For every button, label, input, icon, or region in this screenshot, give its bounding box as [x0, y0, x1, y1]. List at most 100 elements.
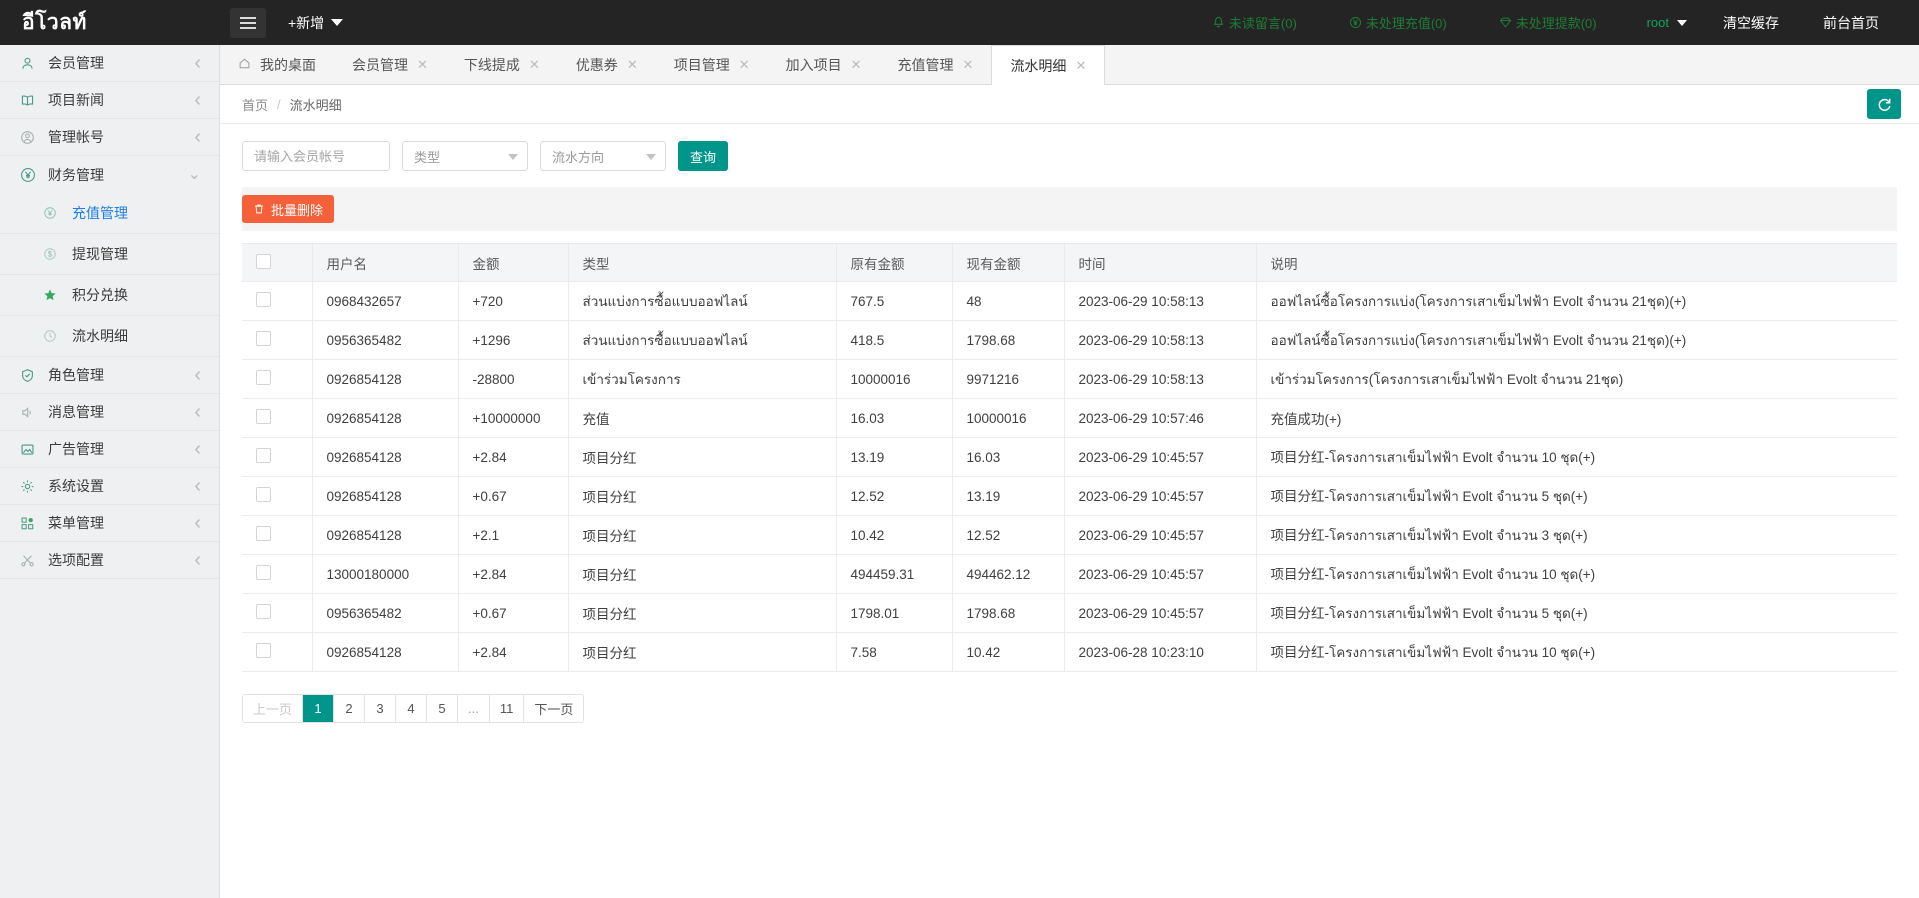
chevron-down-icon	[646, 154, 656, 160]
batch-delete-button[interactable]: 批量删除	[242, 195, 334, 223]
pagination-page-3[interactable]: 3	[365, 695, 396, 722]
sidebar-item-message-management[interactable]: 消息管理	[0, 394, 219, 431]
cell-note: 项目分红-โครงการเสาเข็มไฟฟ้า Evolt จำนวน 10 …	[1256, 633, 1897, 672]
column-header-username: 用户名	[312, 244, 458, 282]
cell-note: 项目分红-โครงการเสาเข็มไฟฟ้า Evolt จำนวน 10 …	[1256, 555, 1897, 594]
sidebar-item-transaction-detail[interactable]: 流水明细	[0, 316, 219, 357]
row-checkbox[interactable]	[256, 643, 271, 658]
cell-before-amount: 16.03	[836, 399, 952, 438]
pagination-page-4[interactable]: 4	[396, 695, 427, 722]
close-icon[interactable]: ✕	[739, 58, 750, 71]
chevron-right-icon	[194, 53, 201, 73]
chevron-right-icon	[194, 127, 201, 147]
tab-downline-commission[interactable]: 下线提成 ✕	[446, 45, 558, 84]
cell-after-amount: 48	[952, 282, 1064, 321]
sidebar-item-label: 充值管理	[65, 203, 128, 223]
cell-amount: +2.1	[458, 516, 568, 555]
direction-select[interactable]: 流水方向	[540, 141, 666, 171]
sidebar-item-project-news[interactable]: 项目新闻	[0, 82, 219, 119]
pagination-page-5[interactable]: 5	[427, 695, 458, 722]
tab-member-management[interactable]: 会员管理 ✕	[334, 45, 446, 84]
pending-withdrawal-label: 未处理提款(0)	[1516, 13, 1597, 32]
transaction-table: 用户名 金额 类型 原有金额 现有金额 时间 说明 0968432657 +72…	[242, 243, 1897, 672]
close-icon[interactable]: ✕	[627, 58, 638, 71]
sidebar-item-option-config[interactable]: 选项配置	[0, 542, 219, 579]
table-row: 0956365482 +0.67 项目分红 1798.01 1798.68 20…	[242, 594, 1897, 633]
tab-recharge-management[interactable]: 充值管理 ✕	[880, 45, 992, 84]
sidebar-item-role-management[interactable]: 角色管理	[0, 357, 219, 394]
cell-after-amount: 16.03	[952, 438, 1064, 477]
pagination-page-1[interactable]: 1	[303, 695, 334, 722]
row-select-cell	[242, 399, 312, 438]
hamburger-icon[interactable]	[230, 8, 266, 38]
front-page-link[interactable]: 前台首页	[1801, 13, 1901, 33]
row-checkbox[interactable]	[256, 370, 271, 385]
row-checkbox[interactable]	[256, 526, 271, 541]
pagination-next[interactable]: 下一页	[524, 695, 583, 722]
tab-join-project[interactable]: 加入项目 ✕	[768, 45, 880, 84]
pending-recharge-button[interactable]: 未处理充值(0)	[1323, 13, 1473, 32]
cell-time: 2023-06-29 10:58:13	[1064, 282, 1256, 321]
cell-type: เข้าร่วมโครงการ	[568, 360, 836, 399]
cell-time: 2023-06-29 10:45:57	[1064, 555, 1256, 594]
query-button[interactable]: 查询	[678, 141, 728, 171]
sidebar-item-system-settings[interactable]: 系统设置	[0, 468, 219, 505]
row-checkbox[interactable]	[256, 448, 271, 463]
pagination-prev[interactable]: 上一页	[243, 695, 303, 722]
pagination-page-last[interactable]: 11	[490, 695, 525, 722]
sidebar-item-admin-account[interactable]: 管理帐号	[0, 119, 219, 156]
row-select-cell	[242, 321, 312, 360]
sidebar-item-finance-management[interactable]: 财务管理	[0, 156, 219, 193]
cell-type: ส่วนแบ่งการซื้อแบบออฟไลน์	[568, 321, 836, 360]
row-checkbox[interactable]	[256, 409, 271, 424]
cell-username: 0926854128	[312, 477, 458, 516]
sidebar-item-ad-management[interactable]: 广告管理	[0, 431, 219, 468]
breadcrumb-current: 流水明细	[290, 95, 342, 114]
yen-circle-icon	[43, 206, 65, 220]
breadcrumb-root[interactable]: 首页	[242, 95, 268, 114]
table-row: 0926854128 +0.67 项目分红 12.52 13.19 2023-0…	[242, 477, 1897, 516]
sidebar-item-recharge-management[interactable]: 充值管理	[0, 193, 219, 234]
cell-type: ส่วนแบ่งการซื้อแบบออฟไลน์	[568, 282, 836, 321]
refresh-button[interactable]	[1867, 89, 1901, 119]
row-checkbox[interactable]	[256, 292, 271, 307]
close-icon[interactable]: ✕	[1075, 59, 1086, 72]
pagination-page-2[interactable]: 2	[334, 695, 365, 722]
type-select[interactable]: 类型	[402, 141, 528, 171]
close-icon[interactable]: ✕	[417, 58, 428, 71]
cell-username: 0968432657	[312, 282, 458, 321]
add-new-button[interactable]: +新增	[288, 13, 343, 33]
unread-messages-button[interactable]: 未读留言(0)	[1186, 13, 1323, 32]
tab-label: 会员管理	[352, 55, 408, 75]
sidebar-item-label: 会员管理	[42, 53, 194, 73]
clear-cache-button[interactable]: 清空缓存	[1701, 13, 1801, 33]
sidebar-item-points-exchange[interactable]: 积分兑换	[0, 275, 219, 316]
row-checkbox[interactable]	[256, 331, 271, 346]
row-checkbox[interactable]	[256, 604, 271, 619]
user-menu-button[interactable]: root	[1623, 15, 1701, 30]
cell-after-amount: 1798.68	[952, 321, 1064, 360]
cell-after-amount: 1798.68	[952, 594, 1064, 633]
close-icon[interactable]: ✕	[529, 58, 540, 71]
pending-withdrawal-button[interactable]: 未处理提款(0)	[1473, 13, 1623, 32]
tab-coupon[interactable]: 优惠券 ✕	[558, 45, 656, 84]
cell-username: 0926854128	[312, 360, 458, 399]
sidebar-item-menu-management[interactable]: 菜单管理	[0, 505, 219, 542]
row-checkbox[interactable]	[256, 487, 271, 502]
tab-my-desktop[interactable]: 我的桌面	[220, 45, 334, 84]
sidebar-item-withdraw-management[interactable]: 提现管理	[0, 234, 219, 275]
select-all-checkbox[interactable]	[256, 254, 271, 269]
row-checkbox[interactable]	[256, 565, 271, 580]
close-icon[interactable]: ✕	[851, 58, 862, 71]
cell-note: 项目分红-โครงการเสาเข็มไฟฟ้า Evolt จำนวน 10 …	[1256, 438, 1897, 477]
tab-label: 优惠券	[576, 55, 618, 75]
tab-project-management[interactable]: 项目管理 ✕	[656, 45, 768, 84]
tab-transaction-detail[interactable]: 流水明细 ✕	[991, 45, 1105, 85]
sidebar-item-member-management[interactable]: 会员管理	[0, 45, 219, 82]
close-icon[interactable]: ✕	[963, 58, 974, 71]
sidebar-item-label: 选项配置	[42, 550, 194, 570]
member-account-input[interactable]	[242, 141, 390, 171]
table-row: 0968432657 +720 ส่วนแบ่งการซื้อแบบออฟไลน…	[242, 282, 1897, 321]
gear-icon	[20, 479, 42, 494]
cell-before-amount: 1798.01	[836, 594, 952, 633]
